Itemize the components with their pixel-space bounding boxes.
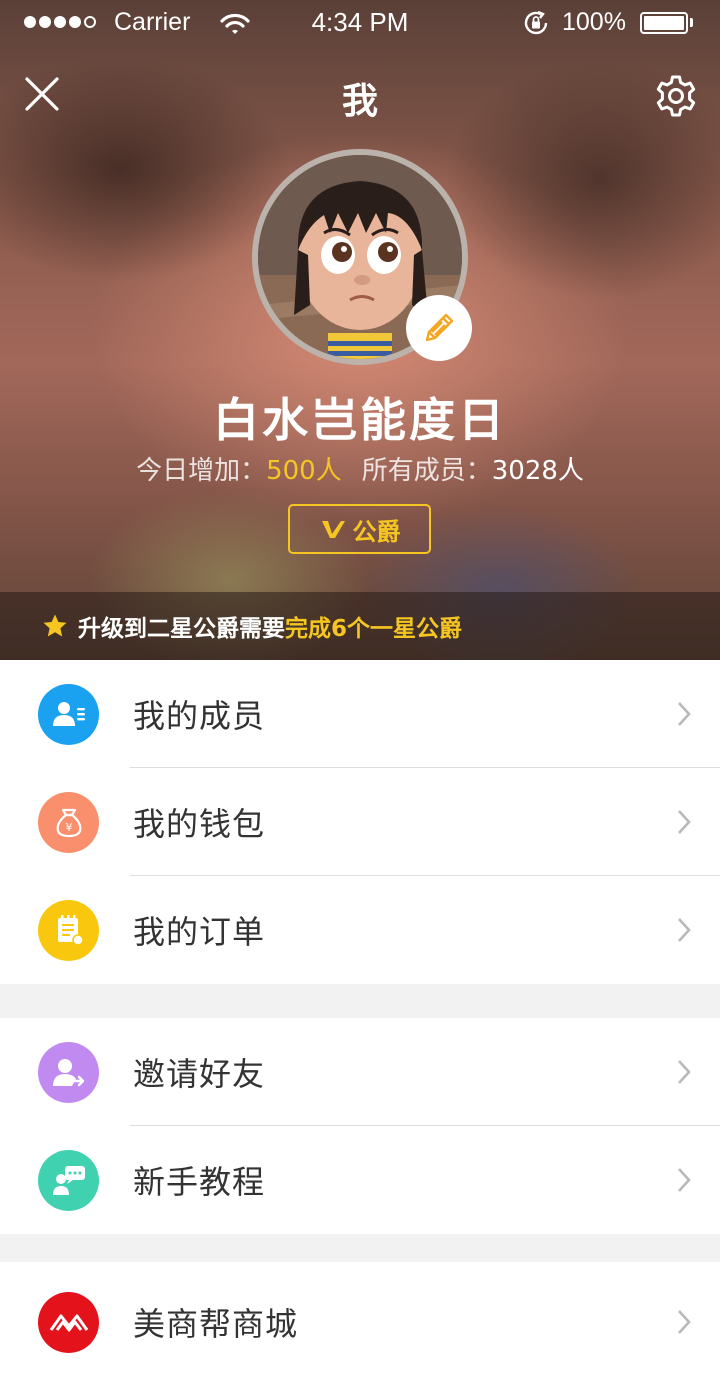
edit-avatar-button[interactable] (406, 295, 472, 361)
pencil-icon (425, 313, 454, 342)
battery-icon (640, 12, 688, 34)
profile-name: 白水岂能度日 (213, 393, 507, 447)
total-members-value: 3028人 (491, 456, 584, 486)
menu-label: 我的订单 (133, 913, 266, 951)
menu-label: 我的成员 (133, 697, 266, 735)
upgrade-tip-bar: 升级到二星公爵需要完成6个一星公爵 (0, 592, 720, 660)
rank-badge[interactable]: 公爵 (288, 504, 431, 554)
close-button[interactable] (18, 70, 66, 118)
mall-logo-icon (38, 1291, 99, 1353)
member-stats: 今日增加：500人 所有成员：3028人 (0, 450, 720, 487)
menu-item-my-wallet[interactable]: ¥ 我的钱包 (0, 768, 720, 876)
today-added-value: 500人 (266, 456, 342, 486)
status-bar: Carrier 4:34 PM 100% (0, 0, 720, 46)
chevron-right-icon (678, 1310, 691, 1334)
upgrade-tip-prefix: 升级到二星公爵需要 (78, 616, 285, 642)
close-icon (25, 77, 59, 111)
svg-text:¥: ¥ (65, 821, 72, 834)
menu-label: 新手教程 (133, 1163, 266, 1201)
invite-friend-icon (38, 1041, 99, 1103)
v-rank-icon (321, 521, 345, 538)
chevron-right-icon (678, 1168, 691, 1192)
menu-label: 邀请好友 (133, 1055, 266, 1093)
order-icon (38, 899, 99, 961)
nav-bar: 我 (0, 62, 720, 132)
money-bag-icon: ¥ (38, 791, 99, 853)
menu-item-my-members[interactable]: 我的成员 (0, 660, 720, 768)
battery-tip (690, 18, 693, 27)
menu-group-account: 我的成员 ¥ 我的钱包 我的订单 (0, 660, 720, 984)
menu-item-my-orders[interactable]: 我的订单 (0, 876, 720, 984)
star-icon (43, 614, 67, 637)
battery-percent: 100% (562, 8, 626, 36)
rank-label: 公爵 (352, 517, 401, 546)
upgrade-tip-highlight: 完成6个一星公爵 (285, 616, 463, 642)
upgrade-tip-text: 升级到二星公爵需要完成6个一星公爵 (78, 609, 462, 643)
chevron-right-icon (678, 702, 691, 726)
profile-header: Carrier 4:34 PM 100% 我 白水岂能度日 今日增加：500人 … (0, 0, 720, 660)
profile-screen: Carrier 4:34 PM 100% 我 白水岂能度日 今日增加：500人 … (0, 0, 720, 1378)
menu-label: 我的钱包 (133, 805, 266, 843)
chevron-right-icon (678, 918, 691, 942)
today-added-label: 今日增加： (136, 456, 267, 486)
rotation-lock-icon (524, 10, 548, 35)
avatar-container (252, 149, 472, 365)
members-icon (38, 683, 99, 745)
menu-group-social: 邀请好友 新手教程 (0, 1018, 720, 1234)
page-title: 我 (341, 81, 378, 122)
total-members-label: 所有成员： (361, 456, 492, 486)
gear-icon (656, 75, 696, 117)
menu-item-mall[interactable]: 美商帮商城 (0, 1262, 720, 1378)
settings-button[interactable] (650, 70, 702, 122)
tutorial-icon (38, 1149, 99, 1211)
menu-item-invite-friends[interactable]: 邀请好友 (0, 1018, 720, 1126)
chevron-right-icon (678, 810, 691, 834)
menu-group-shop: 美商帮商城 (0, 1262, 720, 1378)
menu-label: 美商帮商城 (133, 1305, 299, 1343)
menu-item-tutorial[interactable]: 新手教程 (0, 1126, 720, 1234)
chevron-right-icon (678, 1060, 691, 1084)
